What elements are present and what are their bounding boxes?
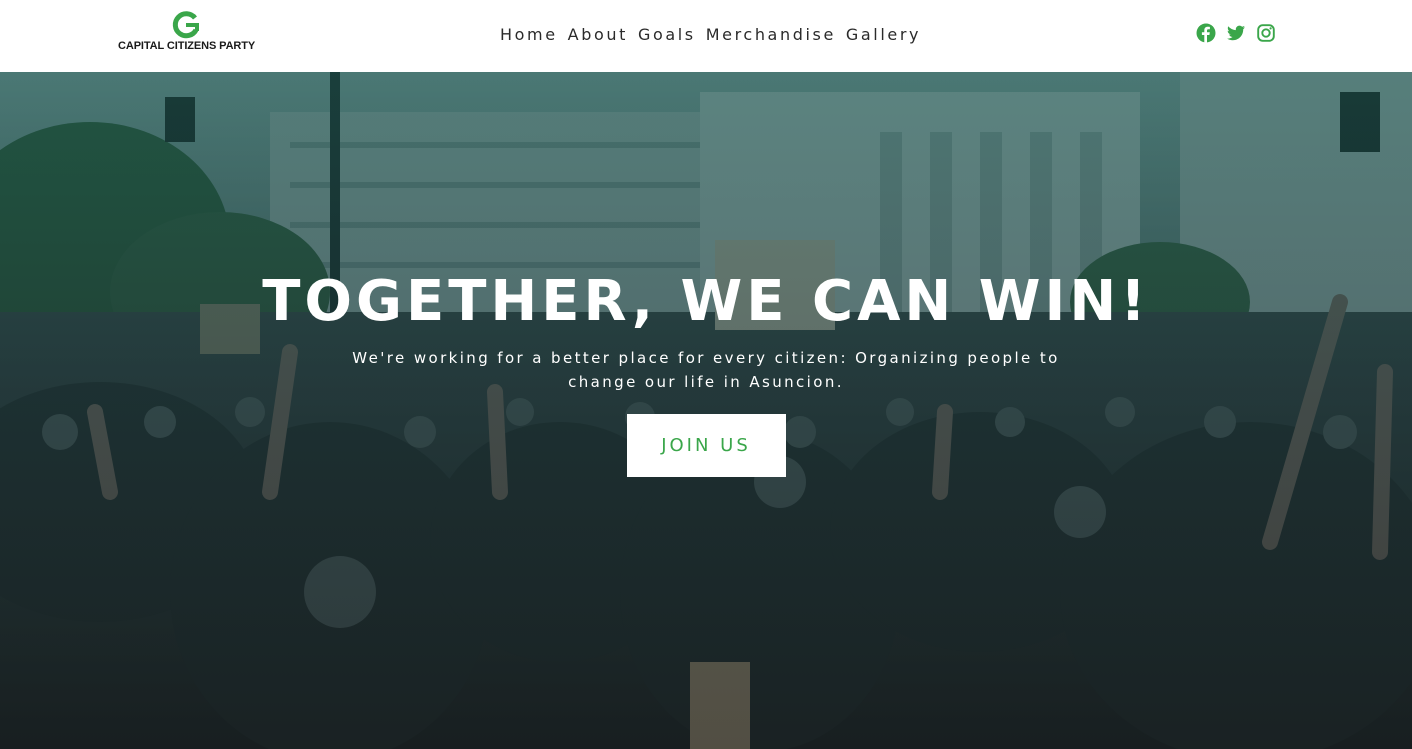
main-nav: Home About Goals Merchandise Gallery xyxy=(500,24,931,46)
hero-title: TOGETHER, WE CAN WIN! xyxy=(262,269,1150,334)
brand-name: CAPITAL CITIZENS PARTY xyxy=(118,40,256,52)
nav-item-goals[interactable]: Goals xyxy=(638,24,696,46)
nav-item-home[interactable]: Home xyxy=(500,24,558,46)
instagram-icon xyxy=(1257,24,1275,42)
twitter-icon xyxy=(1227,25,1245,41)
navbar: CAPITAL CITIZENS PARTY Home About Goals … xyxy=(0,0,1412,72)
twitter-link[interactable] xyxy=(1226,23,1246,43)
hero-subtitle: We're working for a better place for eve… xyxy=(352,349,1060,391)
instagram-link[interactable] xyxy=(1256,23,1276,43)
brand-logo-link[interactable]: CAPITAL CITIZENS PARTY xyxy=(118,10,258,58)
join-us-button[interactable]: JOIN US xyxy=(626,414,786,477)
green-c-logo-icon xyxy=(172,11,199,39)
nav-item-about[interactable]: About xyxy=(568,24,628,46)
nav-item-gallery[interactable]: Gallery xyxy=(846,24,921,46)
hero-section: TOGETHER, WE CAN WIN! We're working for … xyxy=(0,72,1412,749)
nav-item-merchandise[interactable]: Merchandise xyxy=(706,24,836,46)
social-links xyxy=(1196,23,1276,43)
facebook-icon xyxy=(1196,23,1216,43)
facebook-link[interactable] xyxy=(1196,23,1216,43)
hero-content: TOGETHER, WE CAN WIN! We're working for … xyxy=(0,262,1412,477)
